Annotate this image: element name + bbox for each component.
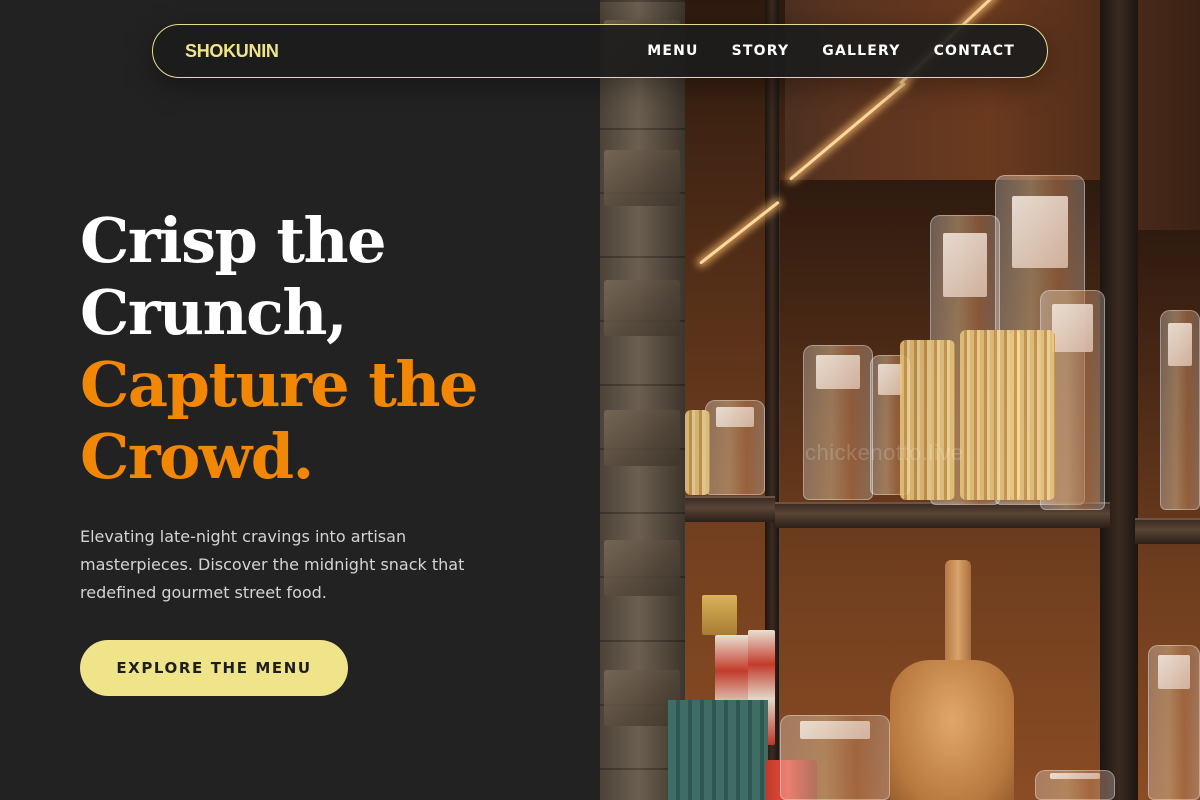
top-navbar: SHOKUNIN MENU STORY GALLERY CONTACT	[152, 24, 1048, 78]
pasta-bag	[1035, 770, 1115, 800]
pasta-bag	[780, 715, 890, 800]
nav-link-contact[interactable]: CONTACT	[934, 43, 1015, 59]
pasta-bag	[1160, 310, 1200, 510]
nav-link-menu[interactable]: MENU	[647, 43, 698, 59]
explore-menu-button[interactable]: EXPLORE THE MENU	[80, 640, 348, 696]
headline-line-3: Capture the	[80, 348, 478, 421]
headline-line-1: Crisp the	[80, 204, 387, 277]
hero-subtext: Elevating late-night cravings into artis…	[80, 527, 465, 602]
nav-link-gallery[interactable]: GALLERY	[822, 43, 900, 59]
photo-watermark: chickenotto.live	[805, 440, 964, 465]
pasta-bag	[803, 345, 873, 500]
stone-wall	[600, 0, 685, 800]
hero-section: Crisp the Crunch, Capture the Crowd. Ele…	[80, 205, 580, 607]
product-box	[702, 595, 737, 635]
pasta-bag	[1148, 645, 1200, 800]
nav-links: MENU STORY GALLERY CONTACT	[647, 43, 1015, 59]
pasta-bag	[705, 400, 765, 495]
headline-line-4: Crowd.	[80, 420, 314, 493]
headline-line-2: Crunch,	[80, 276, 348, 349]
nav-link-story[interactable]: STORY	[732, 43, 790, 59]
brand-logo[interactable]: SHOKUNIN	[185, 41, 279, 62]
hero-headline: Crisp the Crunch, Capture the Crowd.	[80, 205, 580, 493]
pizza-peel	[890, 660, 1014, 800]
display-stand	[668, 700, 768, 800]
